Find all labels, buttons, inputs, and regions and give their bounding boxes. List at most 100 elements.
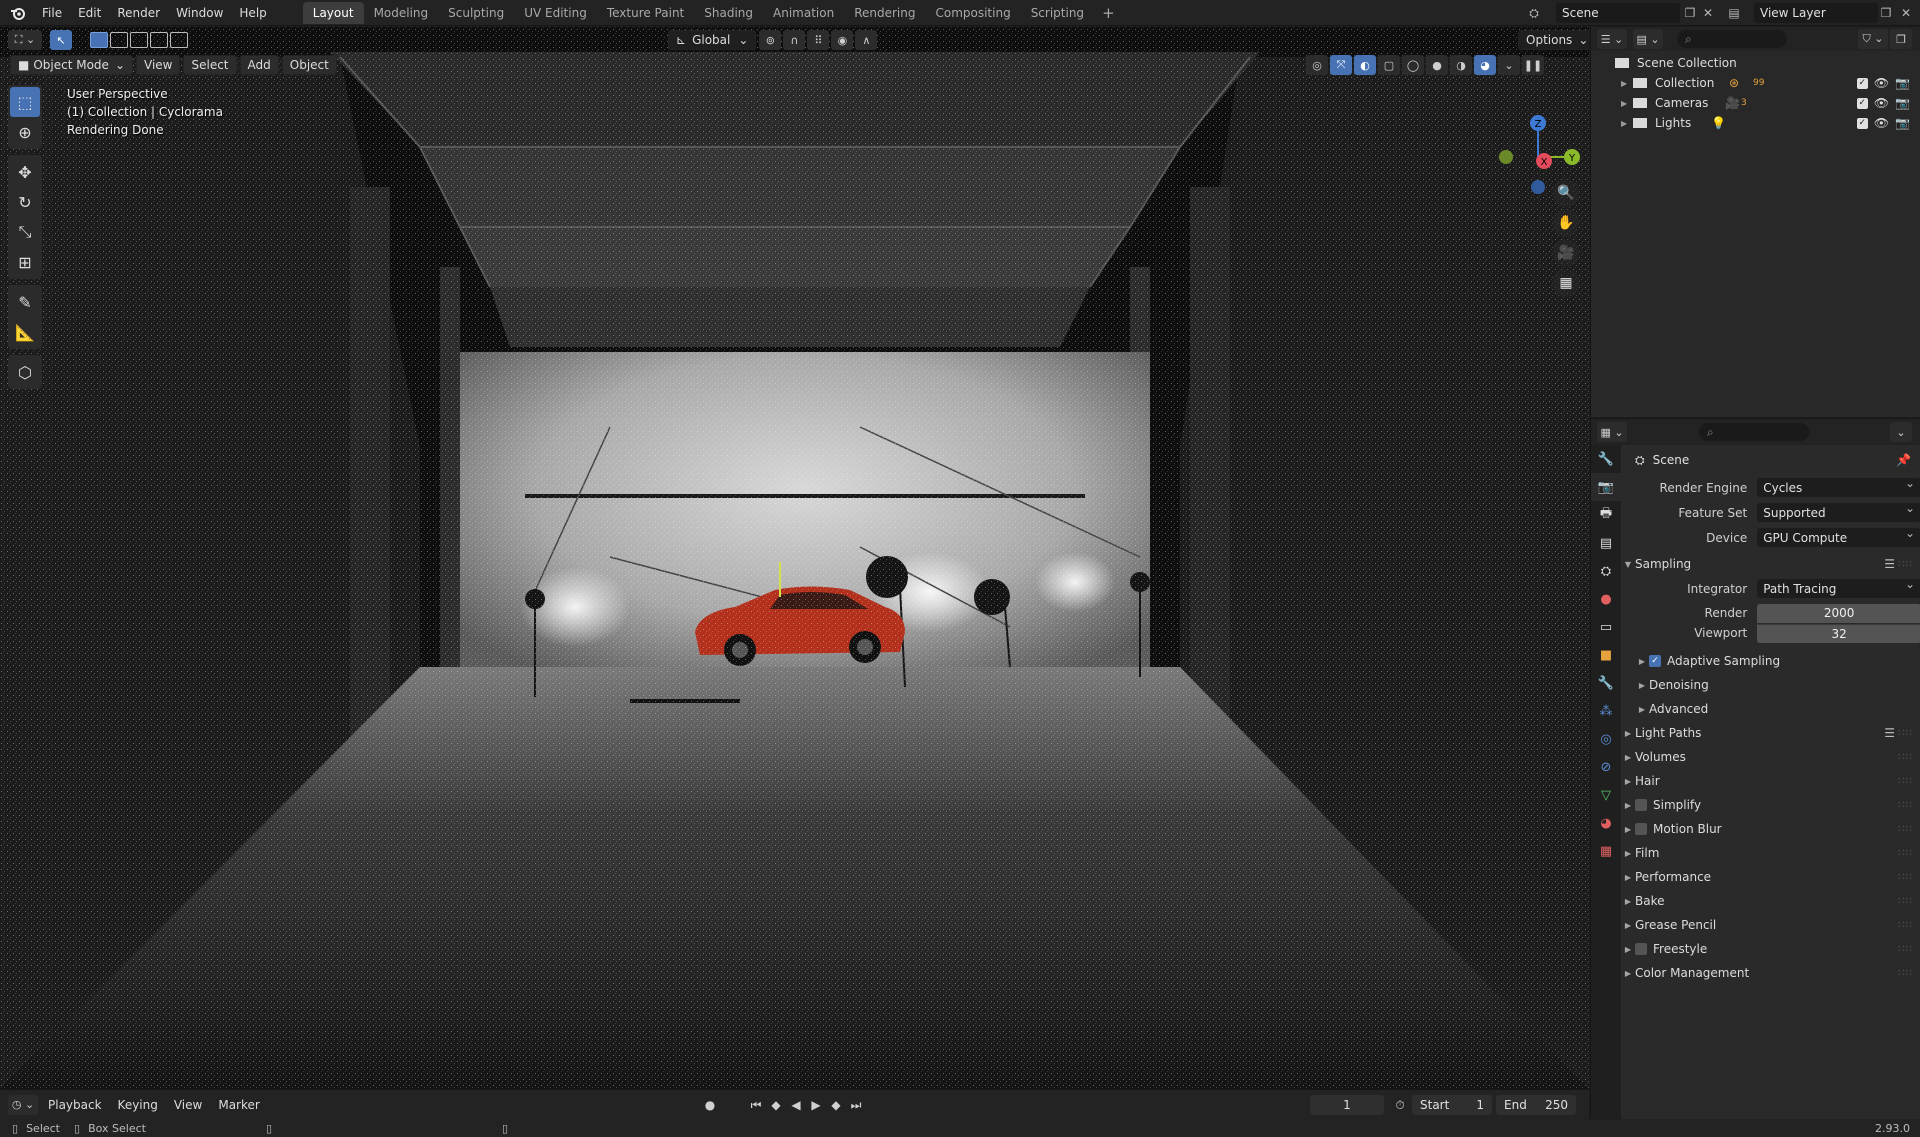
menu-add[interactable]: Add xyxy=(239,55,279,75)
tab-sculpting[interactable]: Sculpting xyxy=(438,2,514,24)
modifier-tab-icon[interactable]: 🔧 xyxy=(1591,669,1621,697)
menu-playback[interactable]: Playback xyxy=(40,1098,110,1112)
timeline-editor-icon[interactable]: ◷ ⌄ xyxy=(8,1094,38,1115)
record-icon[interactable]: ● xyxy=(702,1096,718,1114)
jump-end-icon[interactable]: ⏭ xyxy=(848,1096,864,1114)
simplify-checkbox[interactable] xyxy=(1635,799,1647,811)
solid-shading-icon[interactable]: ● xyxy=(1426,55,1448,75)
panel-grease-pencil[interactable]: ▶ Grease Pencil ∷∷ xyxy=(1621,913,1920,937)
shading-options-icon[interactable]: ⌄ xyxy=(1498,55,1520,75)
motion-blur-checkbox[interactable] xyxy=(1635,823,1647,835)
properties-options-icon[interactable]: ⌄ xyxy=(1890,422,1912,442)
pivot-point-icon[interactable]: ⊚ xyxy=(759,30,782,50)
properties-editor-icon[interactable]: ▦ ⌄ xyxy=(1597,422,1627,442)
panel-film[interactable]: ▶ Film ∷∷ xyxy=(1621,841,1920,865)
scene-tab-icon[interactable]: ⛭ xyxy=(1591,557,1621,585)
freestyle-checkbox[interactable] xyxy=(1635,943,1647,955)
drag-handle-icon[interactable]: ∷∷ xyxy=(1898,968,1913,979)
expand-arrow-icon[interactable]: ▶ xyxy=(1621,729,1635,738)
mode-extend-icon[interactable] xyxy=(110,32,128,48)
scale-tool-icon[interactable]: ⤡ xyxy=(10,217,40,247)
jump-start-icon[interactable]: ⏮ xyxy=(748,1096,764,1114)
rotate-tool-icon[interactable]: ↻ xyxy=(10,187,40,217)
scene-collection-row[interactable]: Scene Collection xyxy=(1591,53,1920,73)
drag-handle-icon[interactable]: ∷∷ xyxy=(1898,559,1913,570)
object-mode-dropdown[interactable]: ■ Object Mode ⌄ xyxy=(10,55,133,75)
new-collection-icon[interactable]: ❐ xyxy=(1890,29,1912,49)
panel-volumes[interactable]: ▶ Volumes ∷∷ xyxy=(1621,745,1920,769)
drag-handle-icon[interactable]: ∷∷ xyxy=(1898,896,1913,907)
expand-arrow-icon[interactable]: ▶ xyxy=(1621,873,1635,882)
tab-texture-paint[interactable]: Texture Paint xyxy=(597,2,694,24)
material-tab-icon[interactable]: ◕ xyxy=(1591,809,1621,837)
start-frame-field[interactable]: Start 1 xyxy=(1412,1095,1492,1115)
mode-intersect-icon[interactable] xyxy=(170,32,188,48)
falloff-curve-icon[interactable]: ∧ xyxy=(855,30,878,50)
menu-file[interactable]: File xyxy=(34,0,70,26)
world-tab-icon[interactable]: ● xyxy=(1591,585,1621,613)
tab-compositing[interactable]: Compositing xyxy=(925,2,1020,24)
gizmo-toggle-icon[interactable]: ⤧ xyxy=(1330,55,1352,75)
feature-set-dropdown[interactable]: Supported xyxy=(1757,501,1920,522)
menu-view[interactable]: View xyxy=(136,55,181,75)
expand-arrow-icon[interactable]: ▶ xyxy=(1621,945,1635,954)
pan-hand-icon[interactable]: ✋ xyxy=(1552,209,1580,237)
active-tool-icon[interactable]: ↖ xyxy=(50,30,72,50)
expand-arrow-icon[interactable]: ▶ xyxy=(1621,753,1635,762)
play-icon[interactable]: ▶ xyxy=(808,1096,824,1114)
transform-orientation-dropdown[interactable]: ⊾ Global ⌄ xyxy=(668,30,757,50)
panel-bake[interactable]: ▶ Bake ∷∷ xyxy=(1621,889,1920,913)
object-tab-icon[interactable]: ■ xyxy=(1591,641,1621,669)
subpanel-adaptive-sampling[interactable]: ▶ ✓ Adaptive Sampling xyxy=(1621,649,1920,673)
panel-motion-blur[interactable]: ▶ Motion Blur ∷∷ xyxy=(1621,817,1920,841)
exclude-checkbox[interactable]: ✓ xyxy=(1856,97,1868,109)
menu-object[interactable]: Object xyxy=(281,55,337,75)
drag-handle-icon[interactable]: ∷∷ xyxy=(1898,848,1913,859)
mode-invert-icon[interactable] xyxy=(150,32,168,48)
tab-animation[interactable]: Animation xyxy=(763,2,844,24)
eye-icon[interactable]: 👁 xyxy=(1874,116,1889,130)
tab-scripting[interactable]: Scripting xyxy=(1021,2,1094,24)
editor-type-icon[interactable]: ⛶ ⌄ xyxy=(8,30,42,50)
new-scene-icon[interactable]: ❐ xyxy=(1680,3,1700,23)
close-view-layer-icon[interactable]: ✕ xyxy=(1896,3,1916,23)
wireframe-shading-icon[interactable]: ◯ xyxy=(1402,55,1424,75)
display-mode-icon[interactable]: ▤ ⌄ xyxy=(1633,29,1663,49)
render-samples-field[interactable]: 2000 xyxy=(1757,603,1920,623)
outliner-search-input[interactable]: ⌕ xyxy=(1677,30,1787,48)
camera-view-icon[interactable]: 🎥 xyxy=(1552,239,1580,267)
properties-search-input[interactable]: ⌕ xyxy=(1699,423,1809,441)
view-layer-tab-icon[interactable]: ▤ xyxy=(1591,529,1621,557)
camera-render-icon[interactable]: 📷 xyxy=(1895,116,1910,130)
expand-arrow-icon[interactable]: ▶ xyxy=(1621,849,1635,858)
panel-light-paths[interactable]: ▶ Light Paths ☰ ∷∷ xyxy=(1621,721,1920,745)
current-frame-field[interactable]: 1 xyxy=(1310,1095,1384,1115)
expand-arrow-icon[interactable]: ▶ xyxy=(1635,705,1649,714)
expand-arrow-icon[interactable]: ▶ xyxy=(1621,777,1635,786)
next-keyframe-icon[interactable]: ◆ xyxy=(828,1096,844,1114)
menu-marker[interactable]: Marker xyxy=(210,1098,267,1112)
tab-shading[interactable]: Shading xyxy=(694,2,763,24)
scene-name-field[interactable]: Scene xyxy=(1556,3,1680,23)
outliner-item-collection[interactable]: ▶ Collection ⊛ 99 ✓ 👁 📷 xyxy=(1591,73,1920,93)
measure-tool-icon[interactable]: 📐 xyxy=(10,317,40,347)
select-box-tool-icon[interactable]: ⬚ xyxy=(10,87,40,117)
tool-tab-icon[interactable]: 🔧 xyxy=(1591,445,1621,473)
collection-tab-icon[interactable]: ▭ xyxy=(1591,613,1621,641)
rendered-shading-icon[interactable]: ◕ xyxy=(1474,55,1496,75)
expand-arrow-icon[interactable]: ▶ xyxy=(1621,897,1635,906)
ortho-grid-icon[interactable]: ▦ xyxy=(1552,269,1580,297)
menu-help[interactable]: Help xyxy=(231,0,274,26)
expand-arrow-icon[interactable]: ▶ xyxy=(1621,825,1635,834)
menu-select[interactable]: Select xyxy=(183,55,237,75)
camera-render-icon[interactable]: 📷 xyxy=(1895,96,1910,110)
integrator-dropdown[interactable]: Path Tracing xyxy=(1757,577,1920,598)
expand-arrow-icon[interactable]: ▶ xyxy=(1621,921,1635,930)
menu-timeline-view[interactable]: View xyxy=(166,1098,210,1112)
scene-icon[interactable]: ⛭ xyxy=(1524,3,1544,23)
expand-arrow-icon[interactable]: ▶ xyxy=(1621,969,1635,978)
physics-tab-icon[interactable]: ◎ xyxy=(1591,725,1621,753)
navigation-gizmo[interactable]: Z Y X xyxy=(1494,85,1586,195)
filter-icon[interactable]: ⛉ ⌄ xyxy=(1858,29,1888,49)
outliner-item-lights[interactable]: ▶ Lights 💡 ✓ 👁 📷 xyxy=(1591,113,1920,133)
